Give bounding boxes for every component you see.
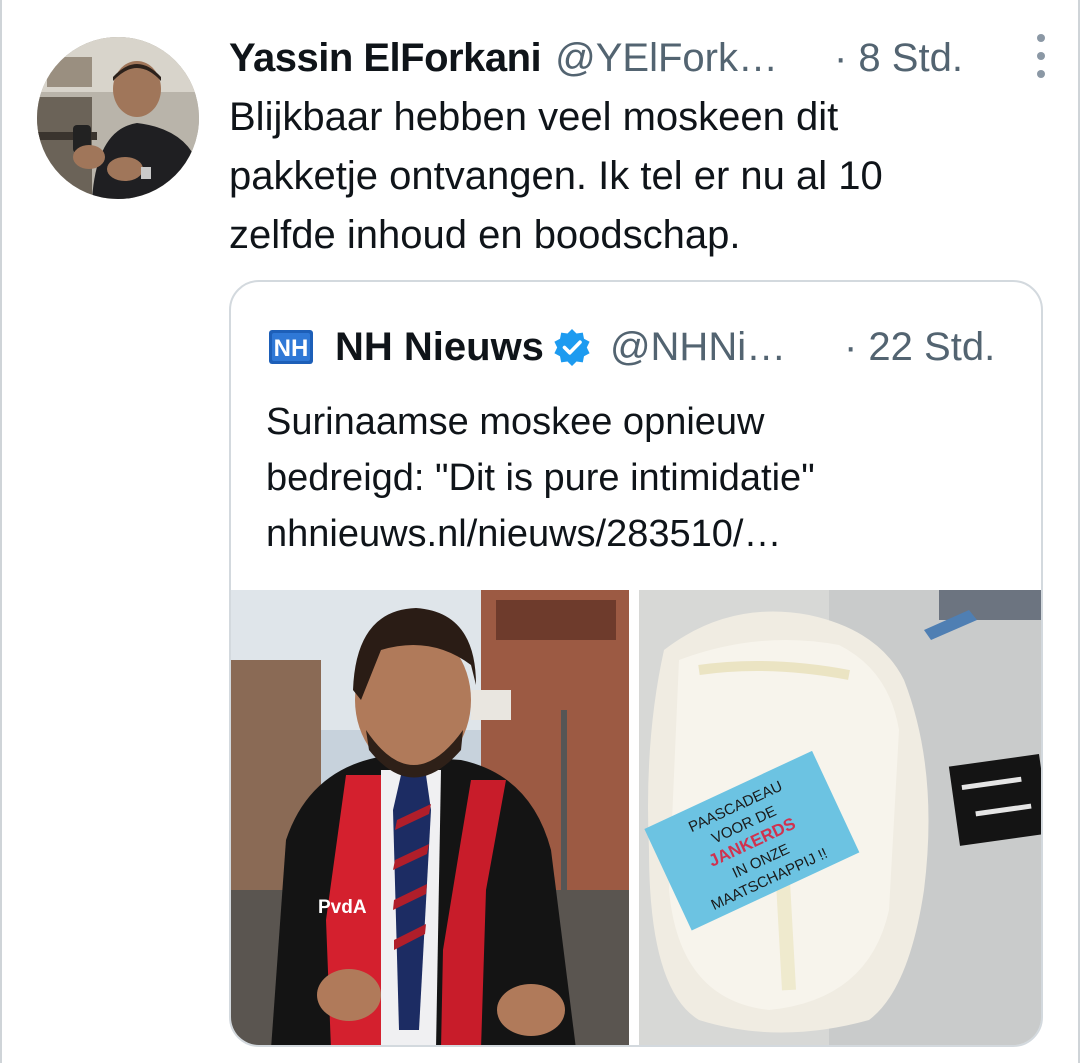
frame-left-border bbox=[0, 0, 2, 1063]
scarf-logo-text: PvdA bbox=[318, 897, 367, 918]
quoted-text-line: Surinaamse moskee opnieuw bbox=[266, 401, 765, 443]
quoted-tweet-card[interactable]: NH NH Nieuws @NHNi… · 22 Std. Surinaamse… bbox=[229, 280, 1043, 1047]
tweet-text-line: pakketje ontvangen. Ik tel er nu al 10 bbox=[229, 154, 883, 198]
quoted-tweet-header: NH NH Nieuws @NHNi… · 22 Std. bbox=[269, 318, 1029, 376]
author-name[interactable]: Yassin ElForkani bbox=[229, 36, 542, 81]
tweet-timestamp[interactable]: · 8 Std. bbox=[834, 36, 963, 81]
author-handle[interactable]: @YElFork… bbox=[555, 36, 778, 81]
author-avatar[interactable] bbox=[37, 37, 199, 199]
quoted-tweet-text: Surinaamse moskee opnieuw bedreigd: "Dit… bbox=[266, 394, 1026, 562]
quoted-text-line: bedreigd: "Dit is pure intimidatie" bbox=[266, 457, 815, 499]
quoted-media-grid: PvdA PAASCADEAU VOOR DE JANKERDS IN ONZE… bbox=[231, 590, 1041, 1045]
quoted-author-name[interactable]: NH Nieuws bbox=[335, 325, 544, 370]
nh-logo-text: NH bbox=[274, 335, 309, 362]
verified-badge-icon bbox=[554, 329, 590, 366]
nh-nieuws-logo: NH bbox=[269, 330, 313, 364]
more-vertical-icon[interactable] bbox=[1027, 34, 1055, 78]
media-photo-package[interactable]: PAASCADEAU VOOR DE JANKERDS IN ONZE MAAT… bbox=[639, 590, 1041, 1045]
quoted-timestamp[interactable]: · 22 Std. bbox=[844, 325, 995, 370]
quoted-author-handle[interactable]: @NHNi… bbox=[610, 325, 786, 370]
tweet-text-line: Blijkbaar hebben veel moskeen dit bbox=[229, 95, 839, 139]
quoted-link[interactable]: nhnieuws.nl/nieuws/283510/… bbox=[266, 506, 1026, 562]
media-photo-person[interactable]: PvdA bbox=[231, 590, 629, 1045]
tweet-text: Blijkbaar hebben veel moskeen dit pakket… bbox=[229, 88, 1029, 265]
tweet-text-line: zelfde inhoud en boodschap. bbox=[229, 213, 741, 257]
tweet-header: Yassin ElForkani @YElFork… · 8 Std. bbox=[229, 30, 1049, 86]
